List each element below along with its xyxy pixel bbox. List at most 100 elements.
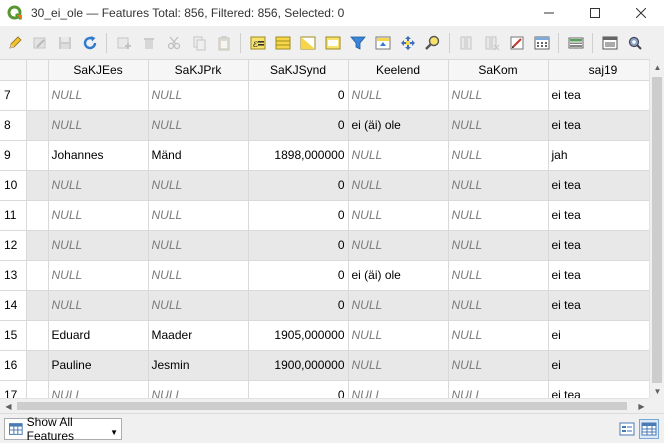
column-header[interactable]: saj19	[548, 60, 659, 81]
organize-columns-button[interactable]	[505, 31, 528, 55]
table-row[interactable]: 11 NULL NULL 0 NULL NULL ei tea	[0, 200, 659, 231]
delete-field-button[interactable]	[480, 31, 503, 55]
table-cell[interactable]: ei tea	[548, 200, 659, 231]
delete-feature-button[interactable]	[137, 31, 160, 55]
row-blank-cell[interactable]	[26, 170, 49, 201]
reload-button[interactable]	[78, 31, 101, 55]
table-row[interactable]: 8 NULL NULL 0 ei (äi) ole NULL ei tea	[0, 110, 659, 141]
form-view-button[interactable]	[617, 419, 637, 439]
table-cell[interactable]: NULL	[148, 200, 249, 231]
table-cell[interactable]: NULL	[348, 290, 449, 321]
table-cell[interactable]: Pauline	[48, 350, 149, 381]
horizontal-scroll-thumb[interactable]	[17, 402, 627, 410]
table-cell[interactable]: jah	[548, 140, 659, 171]
table-cell[interactable]: NULL	[448, 350, 549, 381]
table-cell[interactable]: 0	[248, 260, 349, 291]
cut-button[interactable]	[162, 31, 185, 55]
column-header[interactable]: SaKom	[448, 60, 549, 81]
toggle-editing-button[interactable]	[3, 31, 26, 55]
table-cell[interactable]: 0	[248, 110, 349, 141]
table-cell[interactable]: NULL	[148, 230, 249, 261]
table-cell[interactable]: NULL	[448, 260, 549, 291]
table-cell[interactable]: 0	[248, 170, 349, 201]
table-cell[interactable]: 0	[248, 80, 349, 111]
zoom-to-selected-button[interactable]	[421, 31, 444, 55]
row-number[interactable]: 7	[0, 80, 27, 111]
table-row[interactable]: 13 NULL NULL 0 ei (äi) ole NULL ei tea	[0, 260, 659, 291]
paste-button[interactable]	[212, 31, 235, 55]
multi-edit-button[interactable]	[28, 31, 51, 55]
table-cell[interactable]: ei tea	[548, 110, 659, 141]
row-blank-cell[interactable]	[26, 350, 49, 381]
table-cell[interactable]: 1900,000000	[248, 350, 349, 381]
minimize-button[interactable]	[526, 0, 572, 26]
vertical-scrollbar[interactable]: ▲ ▼	[649, 59, 664, 399]
table-row[interactable]: 10 NULL NULL 0 NULL NULL ei tea	[0, 170, 659, 201]
table-cell[interactable]: NULL	[448, 170, 549, 201]
row-blank-cell[interactable]	[26, 260, 49, 291]
field-calculator-button[interactable]	[530, 31, 553, 55]
table-cell[interactable]: NULL	[448, 140, 549, 171]
row-number[interactable]: 9	[0, 140, 27, 171]
table-cell[interactable]: NULL	[48, 170, 149, 201]
table-cell[interactable]: NULL	[448, 200, 549, 231]
table-row[interactable]: 15 Eduard Maader 1905,000000 NULL NULL ei	[0, 320, 659, 351]
table-cell[interactable]: ei tea	[548, 170, 659, 201]
row-number[interactable]: 14	[0, 290, 27, 321]
table-cell[interactable]: NULL	[148, 260, 249, 291]
table-cell[interactable]: NULL	[448, 230, 549, 261]
table-cell[interactable]: NULL	[348, 80, 449, 111]
table-row[interactable]: 16 Pauline Jesmin 1900,000000 NULL NULL ei	[0, 350, 659, 381]
table-cell[interactable]: NULL	[148, 80, 249, 111]
row-number[interactable]: 10	[0, 170, 27, 201]
table-cell[interactable]: NULL	[448, 320, 549, 351]
hidden-column-header[interactable]	[26, 60, 49, 81]
deselect-all-button[interactable]	[321, 31, 344, 55]
table-cell[interactable]: ei (äi) ole	[348, 260, 449, 291]
table-row[interactable]: 9 Johannes Mänd 1898,000000 NULL NULL jah	[0, 140, 659, 171]
row-number[interactable]: 8	[0, 110, 27, 141]
table-cell[interactable]: 1905,000000	[248, 320, 349, 351]
row-number[interactable]: 13	[0, 260, 27, 291]
table-cell[interactable]: Johannes	[48, 140, 149, 171]
invert-selection-button[interactable]	[296, 31, 319, 55]
scroll-down-arrow-icon[interactable]: ▼	[650, 384, 664, 399]
copy-button[interactable]	[187, 31, 210, 55]
column-header[interactable]: SaKJEes	[48, 60, 149, 81]
row-blank-cell[interactable]	[26, 110, 49, 141]
move-selection-top-button[interactable]	[371, 31, 394, 55]
table-row[interactable]: 14 NULL NULL 0 NULL NULL ei tea	[0, 290, 659, 321]
scroll-right-arrow-icon[interactable]: ▶	[634, 399, 649, 414]
row-blank-cell[interactable]	[26, 80, 49, 111]
table-cell[interactable]: NULL	[448, 80, 549, 111]
horizontal-scrollbar[interactable]: ◀ ▶	[0, 398, 649, 413]
scroll-left-arrow-icon[interactable]: ◀	[1, 399, 16, 414]
row-number[interactable]: 16	[0, 350, 27, 381]
table-cell[interactable]: NULL	[448, 290, 549, 321]
table-cell[interactable]: NULL	[348, 200, 449, 231]
table-cell[interactable]: NULL	[448, 110, 549, 141]
conditional-formatting-button[interactable]	[564, 31, 587, 55]
table-cell[interactable]: Mänd	[148, 140, 249, 171]
table-cell[interactable]: NULL	[148, 290, 249, 321]
close-button[interactable]	[618, 0, 664, 26]
row-number[interactable]: 12	[0, 230, 27, 261]
table-cell[interactable]: Jesmin	[148, 350, 249, 381]
table-cell[interactable]: ei tea	[548, 290, 659, 321]
table-view-button[interactable]	[639, 419, 659, 439]
table-cell[interactable]: NULL	[148, 110, 249, 141]
table-cell[interactable]: NULL	[348, 350, 449, 381]
table-cell[interactable]: Eduard	[48, 320, 149, 351]
filter-button[interactable]	[346, 31, 369, 55]
table-cell[interactable]: Maader	[148, 320, 249, 351]
row-blank-cell[interactable]	[26, 200, 49, 231]
table-cell[interactable]: 0	[248, 230, 349, 261]
table-cell[interactable]: NULL	[348, 140, 449, 171]
row-blank-cell[interactable]	[26, 290, 49, 321]
table-cell[interactable]: 1898,000000	[248, 140, 349, 171]
maximize-button[interactable]	[572, 0, 618, 26]
row-blank-cell[interactable]	[26, 320, 49, 351]
scroll-up-arrow-icon[interactable]: ▲	[650, 60, 664, 75]
table-cell[interactable]: ei tea	[548, 80, 659, 111]
add-feature-button[interactable]	[112, 31, 135, 55]
